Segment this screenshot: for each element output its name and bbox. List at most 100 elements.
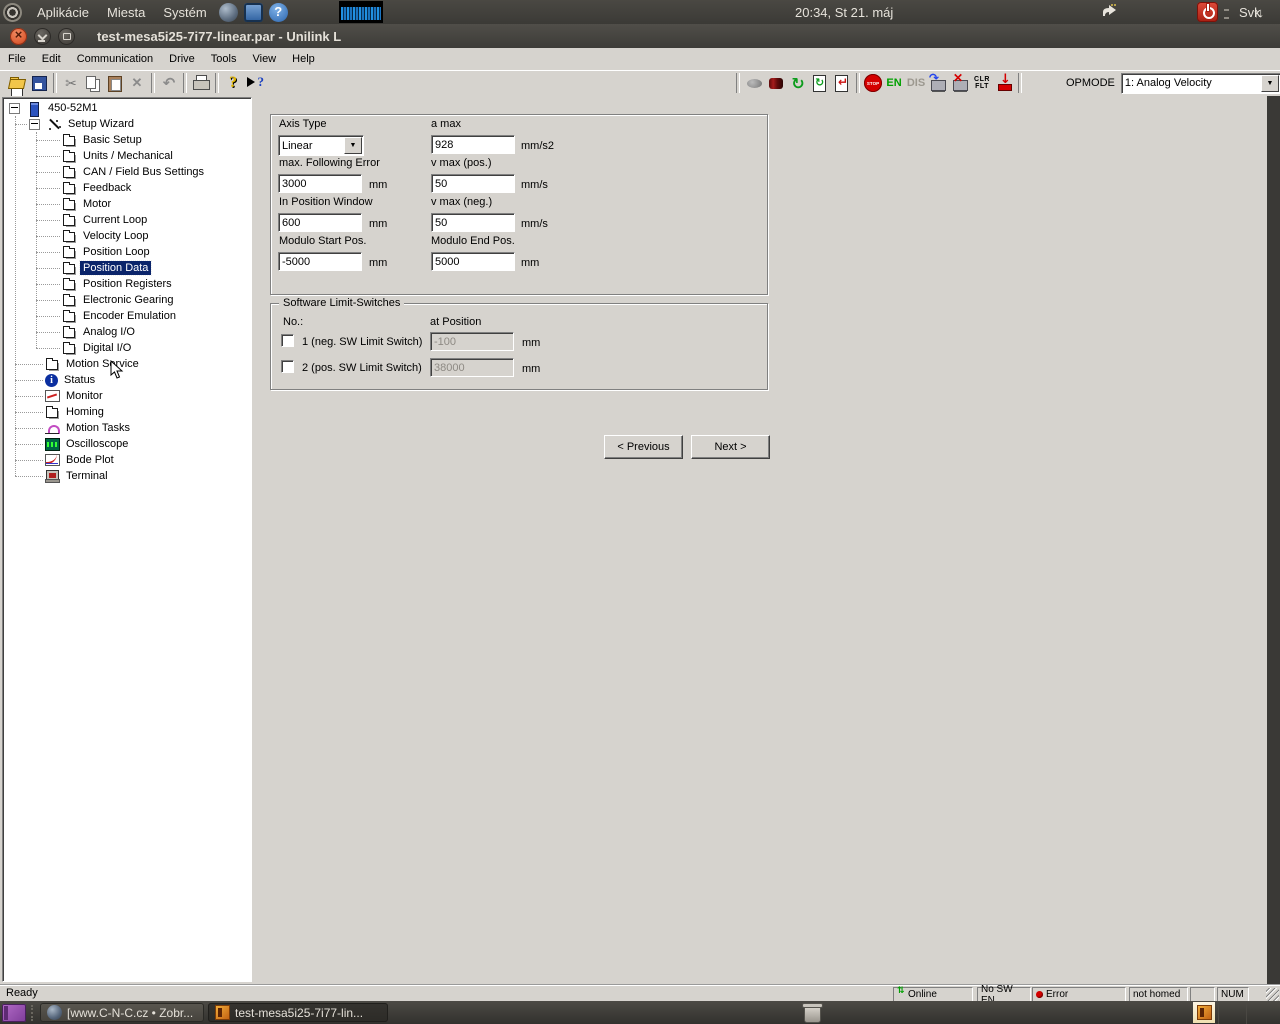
- reset-drive-icon[interactable]: [927, 71, 949, 93]
- chevron-down-icon[interactable]: ▼: [344, 137, 362, 154]
- system-menu[interactable]: Systém: [154, 0, 215, 24]
- tree-item-label: 450-52M1: [48, 102, 98, 114]
- apply-params-icon[interactable]: [831, 73, 853, 93]
- tree-item-motion-service[interactable]: Motion Service: [3, 356, 251, 372]
- undo-icon[interactable]: [158, 73, 180, 93]
- opmode-label: OPMODE: [1066, 77, 1115, 89]
- tree-item-setup-wizard[interactable]: Setup Wizard: [3, 116, 251, 132]
- tray-unilink-icon[interactable]: [1193, 1002, 1215, 1023]
- notification-arrow-icon[interactable]: [1101, 3, 1118, 23]
- maximize-button[interactable]: [58, 27, 75, 45]
- enable-button[interactable]: EN: [883, 73, 905, 93]
- tree-item-status[interactable]: Status: [3, 372, 251, 388]
- window-titlebar[interactable]: test-mesa5i25-7i77-linear.par - Unilink …: [0, 24, 1280, 49]
- save-to-eeprom-icon[interactable]: [993, 72, 1015, 93]
- tree-item-can-field-bus[interactable]: CAN / Field Bus Settings: [3, 164, 251, 180]
- close-button[interactable]: [10, 27, 27, 45]
- tree-item-encoder-emulation[interactable]: Encoder Emulation: [3, 308, 251, 324]
- menu-edit[interactable]: Edit: [34, 50, 69, 68]
- a-max-input[interactable]: [431, 135, 515, 154]
- print-icon[interactable]: [190, 73, 212, 93]
- reload-params-icon[interactable]: [809, 73, 831, 93]
- limit-switch-2-checkbox[interactable]: [281, 360, 294, 373]
- updown-arrows-icon[interactable]: ↑↓: [1253, 0, 1264, 24]
- app-launcher-icon[interactable]: [243, 2, 263, 22]
- tree-item-current-loop[interactable]: Current Loop: [3, 212, 251, 228]
- refresh-icon[interactable]: [787, 73, 809, 93]
- minimize-button[interactable]: [34, 27, 51, 45]
- menu-help[interactable]: Help: [284, 50, 323, 68]
- disable-button[interactable]: DIS: [905, 73, 927, 93]
- waveform-monitor-applet[interactable]: [338, 1, 383, 23]
- tree-item-motor[interactable]: Motor: [3, 196, 251, 212]
- tree-item-bode-plot[interactable]: Bode Plot: [3, 452, 251, 468]
- trash-icon[interactable]: [802, 1002, 823, 1023]
- places-menu[interactable]: Miesta: [98, 0, 154, 24]
- tree-item-position-loop[interactable]: Position Loop: [3, 244, 251, 260]
- paste-icon[interactable]: [104, 73, 126, 93]
- tree-item-monitor[interactable]: Monitor: [3, 388, 251, 404]
- taskbar-window-browser[interactable]: [www.C-N-C.cz • Zobr...: [40, 1003, 204, 1022]
- motor-icon[interactable]: [765, 73, 787, 93]
- taskbar-window-unilink[interactable]: test-mesa5i25-7i77-lin...: [208, 1003, 388, 1022]
- menu-file[interactable]: File: [0, 50, 34, 68]
- v-max-pos-input[interactable]: [431, 174, 515, 193]
- previous-button[interactable]: < Previous: [604, 435, 683, 459]
- tree-item-label: Electronic Gearing: [83, 294, 174, 306]
- tree-item-position-registers[interactable]: Position Registers: [3, 276, 251, 292]
- tree-item-digital-io[interactable]: Digital I/O: [3, 340, 251, 356]
- opmode-select[interactable]: 1: Analog Velocity ▼: [1120, 72, 1280, 94]
- tree-item-motion-tasks[interactable]: Motion Tasks: [3, 420, 251, 436]
- tree-item-oscilloscope[interactable]: Oscilloscope: [3, 436, 251, 452]
- clear-fault-button[interactable]: CLR FLT: [971, 73, 993, 93]
- clear-drive-icon[interactable]: [949, 71, 971, 93]
- collapse-expander-icon[interactable]: [29, 118, 40, 130]
- tree-item-terminal[interactable]: Terminal: [3, 468, 251, 484]
- tree-item-drive[interactable]: 450-52M1: [3, 100, 251, 117]
- menu-communication[interactable]: Communication: [69, 50, 161, 68]
- help-icon[interactable]: [222, 73, 244, 93]
- monitor-mode-icon[interactable]: [743, 73, 765, 93]
- clock[interactable]: 20:34, St 21. máj: [795, 0, 893, 24]
- workspace-switcher-icon[interactable]: [2, 1003, 26, 1022]
- collapse-expander-icon[interactable]: [9, 102, 20, 114]
- browser-launcher-icon[interactable]: [218, 2, 238, 22]
- modulo-start-input[interactable]: [278, 252, 362, 271]
- tree-item-feedback[interactable]: Feedback: [3, 180, 251, 196]
- open-file-icon[interactable]: [6, 73, 28, 93]
- tree-item-analog-io[interactable]: Analog I/O: [3, 324, 251, 340]
- keyboard-layout-indicator[interactable]: Svk: [1230, 0, 1270, 24]
- tree-item-basic-setup[interactable]: Basic Setup: [3, 132, 251, 148]
- menu-drive[interactable]: Drive: [161, 50, 203, 68]
- position-data-page: Axis Type Linear ▼ a max mm/s2 max. Foll…: [258, 96, 1267, 984]
- distro-logo-icon[interactable]: [3, 2, 22, 22]
- taskbar-handle[interactable]: [31, 1004, 37, 1021]
- tree-item-units-mechanical[interactable]: Units / Mechanical: [3, 148, 251, 164]
- shutdown-icon[interactable]: [1197, 2, 1218, 22]
- tree-item-electronic-gearing[interactable]: Electronic Gearing: [3, 292, 251, 308]
- help-launcher-icon[interactable]: [268, 2, 288, 22]
- in-position-window-input[interactable]: [278, 213, 362, 232]
- axis-type-select[interactable]: Linear ▼: [278, 135, 364, 156]
- chevron-down-icon[interactable]: ▼: [1260, 74, 1279, 92]
- limit-switch-1-checkbox[interactable]: [281, 334, 294, 347]
- max-following-error-input[interactable]: [278, 174, 362, 193]
- resize-grip[interactable]: [1266, 988, 1279, 1001]
- context-help-icon[interactable]: [244, 73, 266, 93]
- v-max-neg-input[interactable]: [431, 213, 515, 232]
- next-button[interactable]: Next >: [691, 435, 770, 459]
- tree-item-label: Encoder Emulation: [83, 310, 176, 322]
- cut-icon[interactable]: [60, 73, 82, 93]
- save-file-icon[interactable]: [28, 73, 50, 93]
- stop-icon[interactable]: STOP: [863, 73, 883, 93]
- menu-tools[interactable]: Tools: [203, 50, 245, 68]
- tree-item-position-data[interactable]: Position Data: [3, 260, 251, 276]
- menu-view[interactable]: View: [244, 50, 284, 68]
- modulo-end-input[interactable]: [431, 252, 515, 271]
- applications-menu[interactable]: Aplikácie: [28, 0, 98, 24]
- tree-item-velocity-loop[interactable]: Velocity Loop: [3, 228, 251, 244]
- tree-item-homing[interactable]: Homing: [3, 404, 251, 420]
- navigation-tree: 450-52M1 Setup Wizard Basic Setup Units …: [2, 97, 252, 982]
- copy-icon[interactable]: [82, 73, 104, 93]
- delete-icon[interactable]: [126, 73, 148, 93]
